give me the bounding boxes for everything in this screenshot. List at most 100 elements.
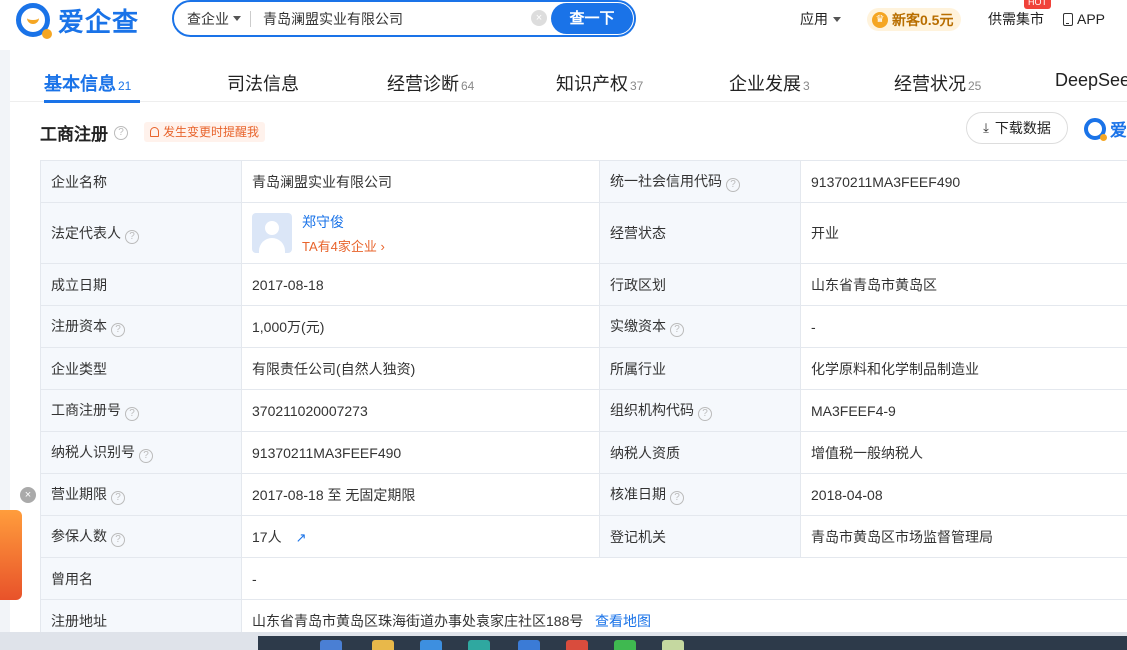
table-row: 企业名称 青岛澜盟实业有限公司 统一社会信用代码? 91370211MA3FEE… — [40, 160, 1127, 203]
trend-chart-icon[interactable]: ↗ — [296, 530, 307, 546]
help-icon[interactable]: ? — [111, 323, 125, 337]
field-value: 增值税一般纳税人 — [800, 431, 1127, 474]
label-text: 纳税人识别号 — [51, 444, 135, 460]
field-value: 开业 — [800, 202, 1127, 264]
label-text: 核准日期 — [610, 486, 666, 502]
field-label: 登记机关 — [599, 515, 801, 558]
field-value: 有限责任公司(自然人独资) — [241, 347, 600, 390]
label-text: 营业期限 — [51, 486, 107, 502]
tab-basic-info[interactable]: 基本信息 21 — [44, 70, 131, 96]
field-value: 化学原料和化学制品制造业 — [800, 347, 1127, 390]
logo-icon — [1084, 117, 1107, 141]
field-label: 经营状态 — [599, 202, 801, 264]
taskbar-app-icon[interactable] — [518, 640, 540, 650]
taskbar-app-icon[interactable] — [320, 640, 342, 650]
active-tab-underline — [44, 100, 140, 103]
main-card: 基本信息 21 司法信息 经营诊断 64 知识产权 37 企业发展 3 经营状况 25 D… — [10, 50, 1127, 650]
field-label: 营业期限? — [40, 473, 242, 516]
taskbar-app-icon[interactable] — [468, 640, 490, 650]
search-input[interactable] — [251, 10, 521, 27]
field-label: 成立日期 — [40, 263, 242, 306]
folder-icon[interactable] — [372, 640, 394, 650]
floating-promo-banner[interactable] — [0, 510, 22, 600]
nav-newbie-offer[interactable]: ♛ 新客0.5元 — [867, 8, 962, 31]
help-icon[interactable]: ? — [139, 449, 153, 463]
business-registration-table: 企业名称 青岛澜盟实业有限公司 统一社会信用代码? 91370211MA3FEE… — [40, 160, 1127, 642]
help-icon[interactable]: ? — [125, 407, 139, 421]
phone-icon — [1063, 12, 1073, 26]
field-value: MA3FEEF4-9 — [800, 389, 1127, 432]
taskbar-app-icon[interactable] — [566, 640, 588, 650]
tab-count: 64 — [461, 79, 475, 93]
help-icon[interactable]: ? — [111, 491, 125, 505]
table-row: 企业类型 有限责任公司(自然人独资) 所属行业 化学原料和化学制品制造业 — [40, 347, 1127, 390]
search-type-label: 查企业 — [187, 10, 229, 27]
tab-development[interactable]: 企业发展 3 — [729, 70, 810, 96]
tab-label: 司法信息 — [227, 74, 299, 94]
help-icon[interactable]: ? — [698, 407, 712, 421]
table-row: 注册资本? 1,000万(元) 实缴资本? - — [40, 305, 1127, 348]
field-value: 青岛澜盟实业有限公司 — [241, 160, 600, 203]
tab-label: 经营诊断 — [387, 74, 459, 94]
field-value: 17人 ↗ — [241, 515, 600, 558]
help-icon[interactable]: ? — [111, 533, 125, 547]
field-label: 注册资本? — [40, 305, 242, 348]
field-value: 2017-08-18 — [241, 263, 600, 306]
nav-apps-label: 应用 — [800, 11, 828, 27]
clear-icon[interactable]: × — [531, 10, 547, 26]
help-icon[interactable]: ? — [114, 125, 128, 140]
legal-rep-companies-link[interactable]: TA有4家企业 › — [302, 236, 385, 255]
label-text: 参保人数 — [51, 528, 107, 544]
tab-judicial[interactable]: 司法信息 — [227, 70, 301, 96]
field-value: 2018-04-08 — [800, 473, 1127, 516]
field-label: 核准日期? — [599, 473, 801, 516]
field-label: 实缴资本? — [599, 305, 801, 348]
field-label: 行政区划 — [599, 263, 801, 306]
field-label: 所属行业 — [599, 347, 801, 390]
view-map-link[interactable]: 查看地图 — [595, 613, 651, 629]
crown-icon: ♛ — [872, 11, 888, 28]
field-value: - — [241, 557, 1127, 600]
nav-apps[interactable]: 应用 — [800, 0, 841, 38]
nav-app-download[interactable]: APP — [1063, 0, 1105, 38]
change-remind-button[interactable]: 发生变更时提醒我 — [144, 122, 266, 142]
taskbar-app-icon[interactable] — [614, 640, 636, 650]
avatar[interactable] — [252, 213, 292, 253]
tab-ip[interactable]: 知识产权 37 — [556, 70, 643, 96]
download-data-button[interactable]: ⤓ 下载数据 — [966, 112, 1068, 144]
field-value: 91370211MA3FEEF490 — [241, 431, 600, 474]
help-icon[interactable]: ? — [125, 229, 139, 244]
field-label: 参保人数? — [40, 515, 242, 558]
insured-count: 17人 — [252, 528, 282, 545]
label-text: 注册资本 — [51, 318, 107, 334]
field-value: 青岛市黄岛区市场监督管理局 — [800, 515, 1127, 558]
tab-count: 3 — [803, 79, 810, 93]
download-label: 下载数据 — [994, 120, 1051, 136]
tab-business-status[interactable]: 经营状况 25 — [894, 70, 981, 96]
tab-label: 企业发展 — [729, 74, 801, 94]
label-text: 工商注册号 — [51, 402, 121, 418]
search-button[interactable]: 查一下 — [551, 3, 633, 34]
legal-rep-name-link[interactable]: 郑守俊 — [302, 212, 385, 232]
tab-operation-diagnosis[interactable]: 经营诊断 64 — [387, 70, 474, 96]
help-icon[interactable]: ? — [726, 178, 740, 192]
help-icon[interactable]: ? — [670, 491, 684, 505]
label-text: 法定代表人 — [51, 224, 121, 241]
table-row: 工商注册号? 370211020007273 组织机构代码? MA3FEEF4-… — [40, 389, 1127, 432]
help-icon[interactable]: ? — [670, 323, 684, 337]
taskbar-app-icon[interactable] — [420, 640, 442, 650]
close-icon[interactable]: × — [20, 487, 36, 503]
brand-watermark: 爱 — [1084, 116, 1127, 141]
field-label: 法定代表人? — [40, 202, 242, 264]
field-label: 曾用名 — [40, 557, 242, 600]
brand-text: 爱 — [1110, 121, 1127, 140]
label-text: 统一社会信用代码 — [610, 173, 722, 189]
field-value: 370211020007273 — [241, 389, 600, 432]
tab-count: 21 — [118, 79, 132, 93]
field-label: 统一社会信用代码? — [599, 160, 801, 203]
label-text: 组织机构代码 — [610, 402, 694, 418]
tab-deepseek[interactable]: DeepSee — [1055, 70, 1127, 91]
search-type-select[interactable]: 查企业 — [174, 9, 250, 29]
taskbar-app-icon[interactable] — [662, 640, 684, 650]
site-logo[interactable]: 爱企查 — [16, 2, 139, 39]
